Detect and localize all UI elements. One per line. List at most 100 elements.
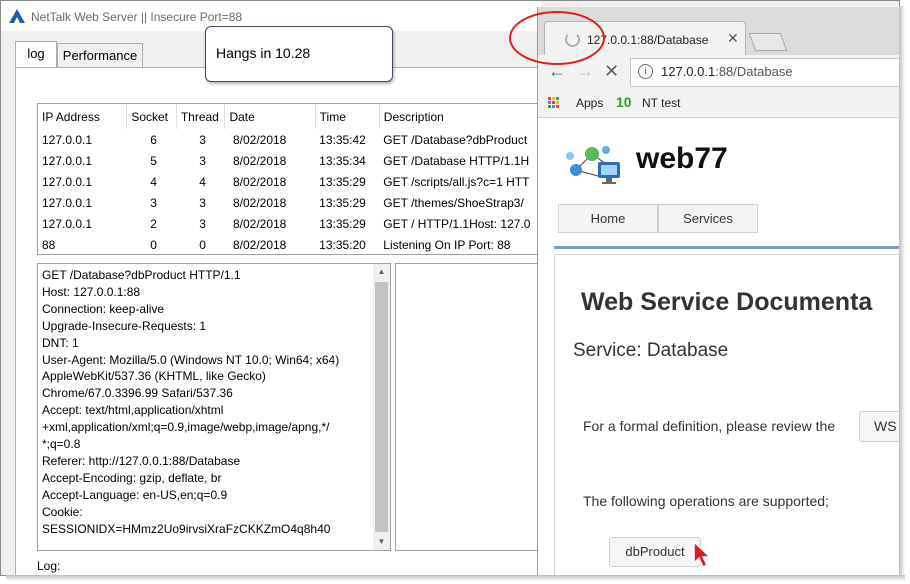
frame-shadow-bottom (6, 575, 905, 581)
nettalk-window-title: NetTalk Web Server || Insecure Port=88 (31, 10, 243, 24)
scroll-down-arrow-icon[interactable]: ▼ (373, 534, 390, 550)
cell-ip: 127.0.0.1 (42, 195, 93, 210)
cell-date: 8/02/2018 (232, 153, 287, 168)
request-line: Upgrade-Insecure-Requests: 1 (42, 318, 207, 333)
apps-grid-icon[interactable] (548, 97, 560, 109)
nettalk-logo-icon (9, 9, 25, 23)
nettalk-bookmark-icon[interactable]: 10 (616, 94, 632, 110)
callout-text: Hangs in 10.28 (216, 45, 311, 61)
log-label: Log: (37, 559, 61, 573)
cell-description: GET /scripts/all.js?c=1 HTT (383, 174, 530, 189)
cell-date: 8/02/2018 (232, 132, 287, 147)
request-scrollbar[interactable]: ▲ ▼ (373, 264, 390, 550)
site-nav: Home Services (558, 204, 758, 233)
request-line: +xml,application/xml;q=0.9,image/webp,im… (42, 420, 330, 435)
bookmark-nt-test[interactable]: NT test (642, 96, 680, 110)
cell-description: GET /themes/ShoeStrap3/ (383, 195, 524, 210)
request-line: Referer: http://127.0.0.1:88/Database (42, 453, 241, 468)
annotation-circle (509, 11, 605, 65)
cell-description: GET /Database?dbProduct (383, 132, 528, 147)
table-row[interactable]: 127.0.0.1 4 4 8/02/2018 13:35:29 GET /sc… (38, 171, 544, 192)
site-name: web77 (636, 142, 728, 175)
nav-services-button[interactable]: Services (658, 204, 758, 233)
column-header-time[interactable]: Time (315, 104, 380, 129)
cell-thread: 3 (199, 195, 206, 210)
request-line: GET /Database?dbProduct HTTP/1.1 (42, 268, 241, 282)
cell-socket: 2 (150, 216, 157, 231)
cell-socket: 0 (150, 237, 157, 252)
cell-date: 8/02/2018 (232, 237, 287, 252)
site-logo-icon (566, 146, 620, 184)
browser-window: 127.0.0.1:88/Database ✕ ← → ✕ i 127.0.0.… (537, 7, 899, 575)
cell-socket: 3 (150, 195, 157, 210)
new-tab-button[interactable] (748, 33, 788, 51)
request-text: GET /Database?dbProduct HTTP/1.1 Host: 1… (42, 267, 372, 538)
content-panel: Web Service Documenta Service: Database … (554, 254, 899, 575)
table-row[interactable]: 127.0.0.1 5 3 8/02/2018 13:35:34 GET /Da… (38, 150, 544, 171)
table-row[interactable]: 88 0 0 8/02/2018 13:35:20 Listening On I… (38, 234, 544, 254)
cell-date: 8/02/2018 (232, 216, 287, 231)
url-host: 127.0.0.1 (661, 64, 716, 79)
tab-performance[interactable]: Performance (57, 43, 143, 69)
cell-time: 13:35:29 (319, 174, 366, 189)
request-line: *;q=0.8 (42, 437, 81, 452)
column-header-ip[interactable]: IP Address (38, 104, 128, 129)
cell-time: 13:35:42 (319, 132, 366, 147)
request-line: AppleWebKit/537.36 (KHTML, like Gecko) (42, 369, 266, 384)
cell-socket: 6 (150, 132, 157, 147)
address-url: 127.0.0.1:88/Database (661, 64, 793, 79)
response-text-box[interactable] (395, 263, 545, 551)
request-line: Accept: text/html,application/xhtml (42, 403, 224, 418)
request-text-box[interactable]: GET /Database?dbProduct HTTP/1.1 Host: 1… (37, 263, 391, 551)
info-icon[interactable]: i (638, 64, 653, 79)
url-path: :88/Database (715, 64, 793, 79)
table-row[interactable]: 127.0.0.1 6 3 8/02/2018 13:35:42 GET /Da… (38, 129, 544, 150)
request-line: Connection: keep-alive (42, 301, 165, 316)
bookmarks-bar: Apps 10 NT test (538, 89, 899, 118)
browser-tab-title: 127.0.0.1:88/Database (587, 33, 709, 47)
page-title: Web Service Documenta (581, 288, 873, 316)
cell-socket: 5 (150, 153, 157, 168)
cell-time: 13:35:34 (319, 153, 366, 168)
request-line: Cookie: (42, 504, 83, 519)
browser-toolbar: ← → ✕ i 127.0.0.1:88/Database (538, 55, 899, 89)
cell-description: GET / HTTP/1.1Host: 127.0 (383, 216, 531, 231)
cell-date: 8/02/2018 (232, 195, 287, 210)
cell-socket: 4 (150, 174, 157, 189)
stop-loading-icon[interactable]: ✕ (604, 62, 619, 80)
frame-shadow-right (899, 6, 905, 578)
scroll-up-arrow-icon[interactable]: ▲ (373, 264, 390, 280)
wsdl-button[interactable]: WS (859, 411, 899, 442)
table-row[interactable]: 127.0.0.1 2 3 8/02/2018 13:35:29 GET / H… (38, 213, 544, 234)
request-line: Accept-Encoding: gzip, deflate, br (42, 470, 222, 485)
nav-divider (554, 246, 899, 249)
table-row[interactable]: 127.0.0.1 3 3 8/02/2018 13:35:29 GET /th… (38, 192, 544, 213)
request-line: SESSIONIDX=HMmz2Uo9irvsiXraFzCKKZmO4q8h4… (42, 521, 331, 536)
column-header-date[interactable]: Date (224, 104, 316, 129)
request-line: Chrome/67.0.3396.99 Safari/537.36 (42, 386, 233, 401)
bookmark-apps[interactable]: Apps (576, 96, 603, 110)
scrollbar-thumb[interactable] (375, 282, 388, 532)
table-header-row: IP Address Socket Thread Date Time Descr… (38, 104, 544, 129)
column-header-socket[interactable]: Socket (126, 104, 177, 129)
column-header-thread[interactable]: Thread (176, 104, 226, 129)
cell-thread: 3 (199, 153, 206, 168)
annotation-callout: Hangs in 10.28 (205, 26, 393, 82)
tab-log[interactable]: log (15, 41, 57, 68)
close-tab-icon[interactable]: ✕ (727, 30, 739, 47)
cell-time: 13:35:29 (319, 195, 366, 210)
cell-thread: 0 (199, 237, 206, 252)
request-line: Host: 127.0.0.1:88 (42, 284, 141, 299)
dbproduct-button[interactable]: dbProduct (609, 537, 701, 567)
cell-thread: 3 (199, 216, 206, 231)
nav-home-button[interactable]: Home (558, 204, 658, 233)
cell-ip: 88 (42, 237, 56, 252)
cell-description: Listening On IP Port: 88 (383, 237, 511, 252)
forward-arrow-icon[interactable]: → (576, 62, 594, 80)
cell-ip: 127.0.0.1 (42, 174, 93, 189)
address-bar[interactable]: i 127.0.0.1:88/Database (630, 58, 899, 87)
request-line: User-Agent: Mozilla/5.0 (Windows NT 10.0… (42, 352, 340, 367)
column-header-description[interactable]: Description (379, 104, 544, 129)
request-line: DNT: 1 (42, 335, 79, 350)
cell-time: 13:35:20 (319, 237, 366, 252)
